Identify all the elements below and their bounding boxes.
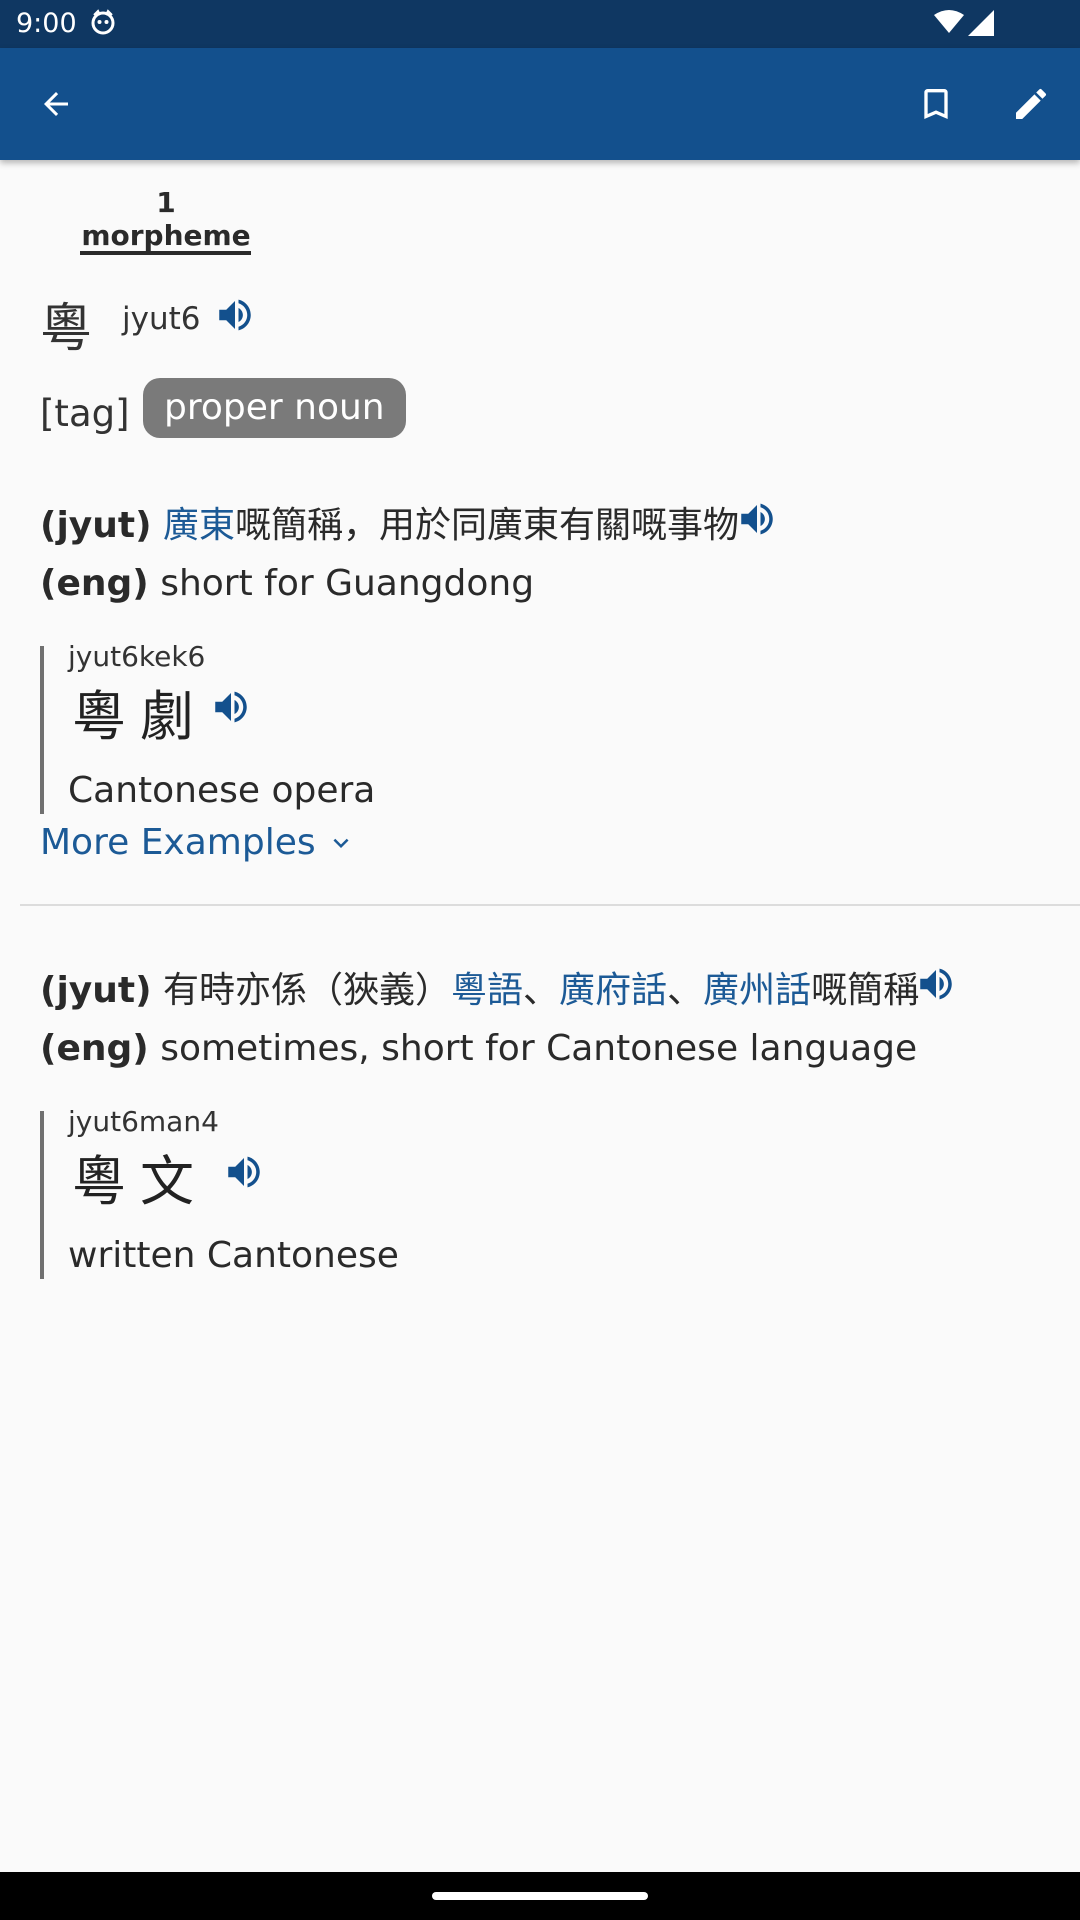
- tab-indicator: [80, 251, 251, 255]
- definition-eng-text: short for Guangdong: [160, 563, 535, 604]
- home-gesture-handle[interactable]: [432, 1892, 648, 1900]
- edit-pencil-icon: [1016, 88, 1047, 119]
- jyut-label: (jyut): [40, 505, 152, 546]
- example-jyutping: jyut6kek6: [68, 640, 206, 673]
- chevron-down-icon: [333, 838, 349, 848]
- more-examples-label: More Examples: [40, 822, 316, 863]
- definition-eng-text: sometimes, short for Cantonese language: [160, 1028, 918, 1069]
- definition-2-eng: (eng) sometimes, short for Cantonese lan…: [40, 1028, 917, 1069]
- link-guangdong[interactable]: 廣東: [163, 505, 235, 546]
- tab-morpheme[interactable]: 1 morpheme: [80, 186, 252, 252]
- definition-1-jyut: (jyut) 廣東嘅簡稱，用於同廣東有關嘅事物: [40, 496, 739, 548]
- speaker-icon[interactable]: [210, 686, 252, 728]
- edit-button[interactable]: [999, 72, 1063, 136]
- bookmark-icon: [924, 89, 948, 119]
- back-button[interactable]: [24, 72, 88, 136]
- eng-label: (eng): [40, 563, 149, 604]
- definition-2-jyut: (jyut) 有時亦係（狹義）粵語、廣府話、廣州話嘅簡稱: [40, 961, 919, 1013]
- example-english: Cantonese opera: [68, 770, 376, 811]
- definition-text: 嘅簡稱: [811, 970, 920, 1011]
- eng-label: (eng): [40, 1028, 149, 1069]
- status-time: 9:00: [16, 8, 77, 39]
- separator: 、: [667, 970, 704, 1011]
- speaker-icon[interactable]: [214, 294, 256, 336]
- link-gwongfu-waa[interactable]: 廣府話: [559, 970, 667, 1011]
- speaker-icon[interactable]: [736, 498, 778, 540]
- separator: 、: [523, 970, 560, 1011]
- example-bar: [40, 646, 44, 814]
- bookmark-button[interactable]: [904, 72, 968, 136]
- wifi-icon: [934, 10, 964, 33]
- signal-icon: [968, 10, 994, 36]
- divider: [20, 904, 1080, 906]
- more-examples-button[interactable]: More Examples: [40, 822, 356, 863]
- headword-jyutping: jyut6: [122, 301, 201, 337]
- tag-label: [tag]: [40, 392, 130, 435]
- arrow-back-icon: [44, 92, 68, 116]
- headword: 粵: [40, 299, 93, 359]
- definition-text: 有時亦係（狹義）: [163, 970, 452, 1011]
- definition-text: 嘅簡稱，用於同廣東有關嘅事物: [235, 505, 740, 546]
- speaker-icon[interactable]: [915, 963, 957, 1005]
- app-bar: [0, 48, 1080, 160]
- link-yueyu[interactable]: 粵語: [451, 970, 523, 1011]
- jyut-label: (jyut): [40, 970, 152, 1011]
- example-english: written Cantonese: [68, 1235, 399, 1276]
- link-gwongzau-waa[interactable]: 廣州話: [703, 970, 811, 1011]
- example-jyutping: jyut6man4: [68, 1105, 219, 1138]
- definition-1-eng: (eng) short for Guangdong: [40, 563, 534, 604]
- example-bar: [40, 1111, 44, 1279]
- tag-chip: proper noun: [143, 378, 406, 438]
- example-word: 粵劇: [72, 685, 208, 748]
- notification-app-icon: [91, 9, 115, 35]
- status-bar: 9:00: [0, 0, 1080, 48]
- speaker-icon[interactable]: [223, 1151, 265, 1193]
- example-word: 粵文: [72, 1150, 208, 1213]
